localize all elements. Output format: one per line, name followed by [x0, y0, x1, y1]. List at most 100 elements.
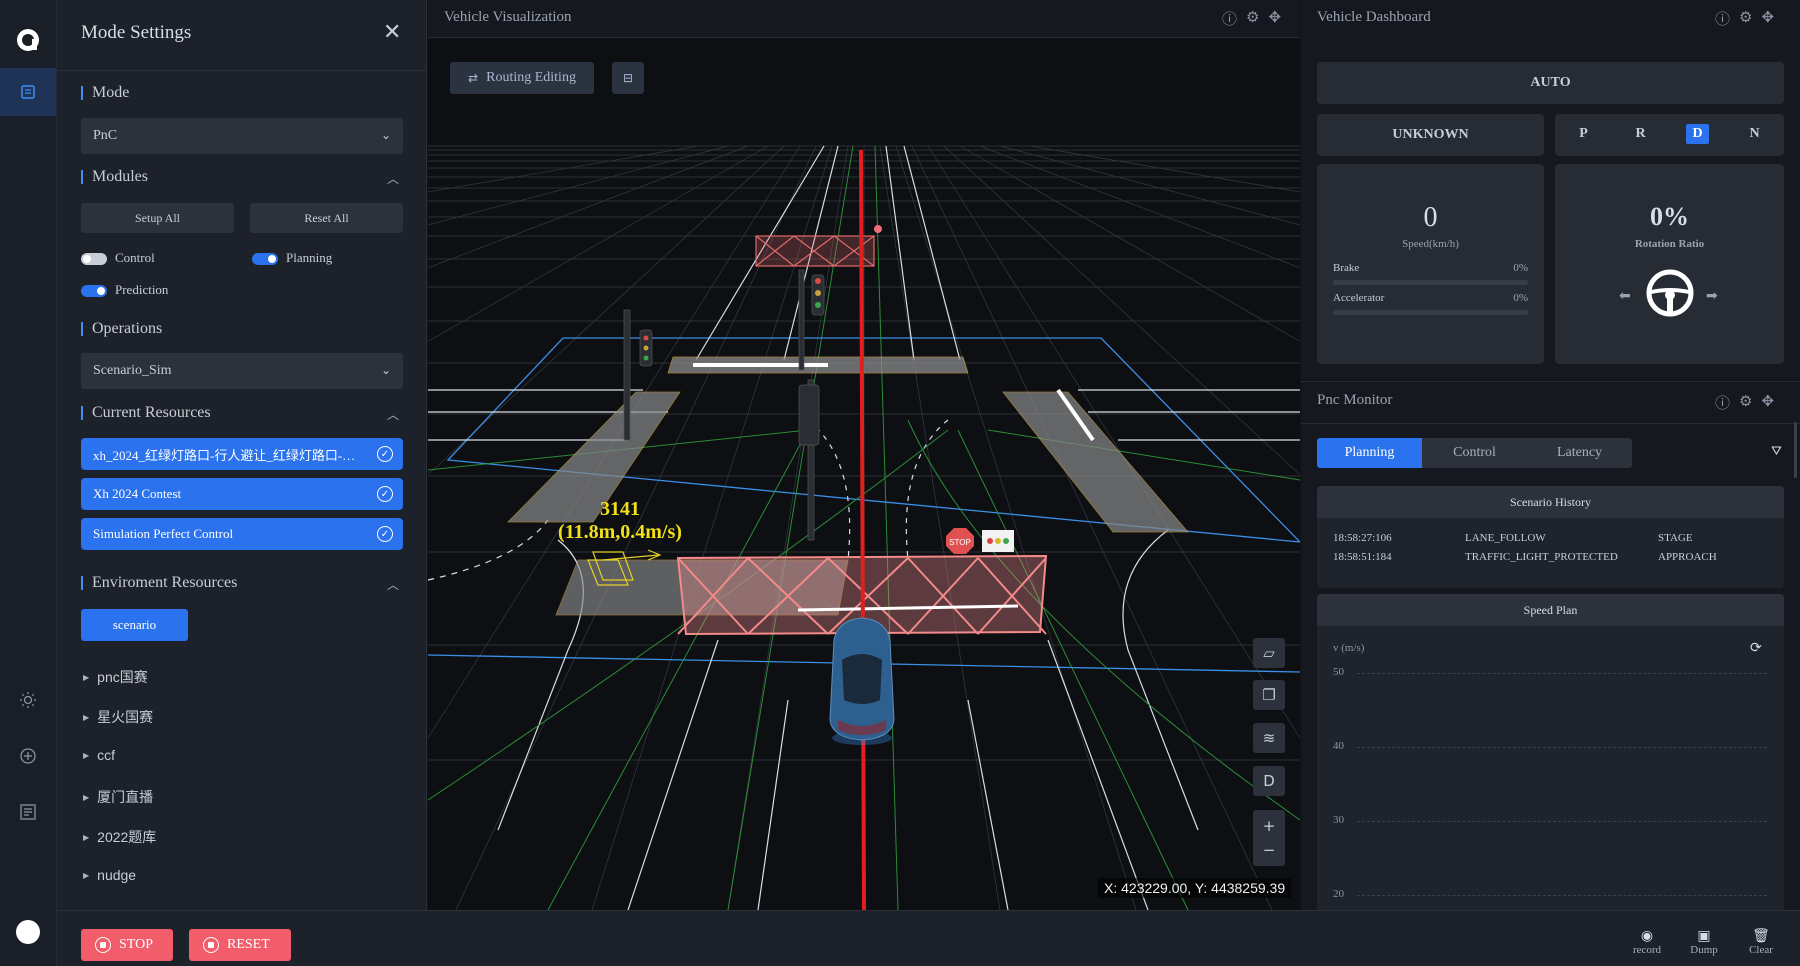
resource-item[interactable]: Simulation Perfect Control ✓: [81, 518, 403, 550]
rotation-value: 0%: [1650, 202, 1689, 231]
help-icon[interactable]: ⓘ: [1715, 392, 1730, 413]
dump-button[interactable]: ▣ Dump: [1683, 928, 1725, 956]
pnc-monitor-panel: Pnc Monitor ⓘ ⚙ ✥ Planning Control Laten…: [1301, 381, 1800, 911]
viz-header: Vehicle Visualization ⓘ ⚙ ✥: [428, 0, 1300, 38]
bottom-bar: STOP RESET ◉ record ▣ Dump 🗑 Clear: [57, 910, 1800, 966]
speed-plan-card: Speed Plan v (m/s) ⟳ 50 40 30 20: [1317, 594, 1784, 911]
accelerator-label: Accelerator: [1333, 292, 1385, 304]
dump-icon: ▣: [1697, 928, 1711, 944]
accelerator-value: 0%: [1513, 292, 1528, 304]
routing-editing-button[interactable]: ⇄ Routing Editing: [450, 62, 594, 94]
ego-vehicle: [829, 617, 895, 745]
resource-item[interactable]: xh_2024_红绿灯路口-行人避让_红绿灯路口-行人避让✓: [81, 438, 403, 470]
tree-item[interactable]: ▶ pnc国赛: [83, 667, 148, 687]
tree-item[interactable]: ▶ 星火国赛: [83, 707, 153, 727]
tab-control[interactable]: Control: [1422, 438, 1527, 468]
vehicle-dashboard-panel: Vehicle Dashboard ⓘ ⚙ ✥ AUTO UNKNOWN P R…: [1301, 0, 1800, 380]
planning-toggle[interactable]: [252, 253, 278, 265]
help-icon[interactable]: ⓘ: [1715, 8, 1730, 29]
gear-d: D: [1669, 114, 1726, 154]
brake-label: Brake: [1333, 262, 1360, 274]
caret-right-icon: ▶: [83, 750, 90, 760]
tree-item[interactable]: ▶ 厦门直播: [83, 787, 153, 807]
move-icon[interactable]: ✥: [1268, 8, 1281, 29]
clear-button[interactable]: 🗑 Clear: [1740, 928, 1782, 956]
record-button[interactable]: ◉ record: [1626, 928, 1668, 956]
control-toggle[interactable]: [81, 253, 107, 265]
tab-planning[interactable]: Planning: [1317, 438, 1422, 468]
stop-sign-label: STOP: [949, 538, 971, 547]
view-mode-button[interactable]: D: [1253, 766, 1285, 796]
scenario-history-title: Scenario History: [1317, 486, 1784, 518]
resource-manager-icon[interactable]: [0, 788, 56, 836]
camera-view-button[interactable]: ⊟: [612, 62, 644, 94]
record-icon: ◉: [1640, 928, 1654, 944]
gear-r: R: [1635, 126, 1646, 141]
scenario-tab[interactable]: scenario: [81, 609, 188, 641]
y-tick-label: 40: [1333, 740, 1344, 752]
vehicle-status: UNKNOWN: [1317, 114, 1544, 156]
gear-icon[interactable]: ⚙: [1739, 8, 1752, 29]
mode-settings-icon[interactable]: [0, 68, 56, 116]
setup-all-button[interactable]: Setup All: [81, 203, 234, 233]
filter-icon[interactable]: ⛛: [1771, 444, 1782, 459]
ruler-icon[interactable]: ▱: [1253, 638, 1285, 668]
move-icon[interactable]: ✥: [1761, 392, 1774, 413]
gear-icon[interactable]: ⚙: [1246, 8, 1259, 29]
help-icon[interactable]: ⓘ: [1222, 8, 1237, 29]
obstacle-info-label: (11.8m,0.4m/s): [558, 521, 682, 543]
mode-select[interactable]: PnC ⌄: [81, 118, 403, 154]
speed-value: 0: [1423, 202, 1438, 233]
theme-sun-icon[interactable]: [0, 676, 56, 724]
user-avatar[interactable]: [0, 908, 56, 956]
zoom-control: + −: [1253, 810, 1285, 866]
environment-resources-section-title: Enviroment Resources: [81, 574, 237, 592]
zoom-in-icon[interactable]: +: [1263, 817, 1276, 835]
prediction-label: Prediction: [115, 282, 169, 297]
chevron-up-icon[interactable]: ︿: [387, 406, 399, 423]
scrollbar[interactable]: [1794, 422, 1797, 478]
chevron-down-icon: ⌄: [380, 363, 391, 377]
y-tick-label: 20: [1333, 888, 1344, 900]
brake-value: 0%: [1513, 262, 1528, 274]
check-icon: ✓: [377, 486, 393, 502]
prediction-toggle[interactable]: [81, 285, 107, 297]
operations-select[interactable]: Scenario_Sim ⌄: [81, 353, 403, 389]
chevron-up-icon[interactable]: ︿: [387, 576, 399, 593]
tree-item[interactable]: ▶ ccf: [83, 747, 115, 763]
speed-unit: Speed(km/h): [1402, 238, 1459, 250]
gear-p: P: [1579, 126, 1588, 141]
obstacle-id-label: 3141: [600, 498, 640, 520]
speed-plan-ylabel: v (m/s): [1333, 642, 1365, 654]
rotation-card: 0% Rotation Ratio ⬅ ➡: [1555, 164, 1784, 364]
accelerator-bar: [1333, 310, 1528, 315]
copy-icon[interactable]: ❐: [1253, 680, 1285, 710]
layers-icon[interactable]: ≋: [1253, 723, 1285, 753]
zoom-out-icon[interactable]: −: [1263, 841, 1276, 859]
chevron-up-icon[interactable]: ︿: [387, 170, 399, 187]
add-plugin-icon[interactable]: [0, 732, 56, 780]
viz-title: Vehicle Visualization: [444, 9, 572, 25]
clear-icon: 🗑: [1752, 928, 1770, 944]
mode-settings-panel: Mode Settings ✕ Mode PnC ⌄ Modules ︿ Setu…: [57, 0, 427, 910]
move-icon[interactable]: ✥: [1761, 8, 1774, 29]
history-time: 18:58:27:106: [1333, 532, 1392, 544]
resource-item[interactable]: Xh 2024 Contest ✓: [81, 478, 403, 510]
gear-icon[interactable]: ⚙: [1739, 392, 1752, 413]
refresh-icon[interactable]: ⟳: [1750, 640, 1762, 656]
history-time: 18:58:51:184: [1333, 551, 1392, 563]
tab-latency[interactable]: Latency: [1527, 438, 1632, 468]
reset-icon: [203, 937, 219, 953]
scenario-history-card: Scenario History 18:58:27:106 LANE_FOLLO…: [1317, 486, 1784, 588]
close-icon[interactable]: ✕: [383, 20, 401, 45]
reset-all-button[interactable]: Reset All: [250, 203, 403, 233]
history-scenario: TRAFFIC_LIGHT_PROTECTED: [1465, 551, 1618, 563]
reset-button[interactable]: RESET: [189, 929, 291, 961]
scene-canvas[interactable]: STOP 3141 (11.8m,0.4m/s): [428, 0, 1300, 910]
stop-button[interactable]: STOP: [81, 929, 173, 961]
left-rail: [0, 0, 57, 966]
tree-item[interactable]: ▶ 2022题库: [83, 827, 156, 847]
history-scenario: LANE_FOLLOW: [1465, 532, 1546, 544]
tree-item[interactable]: ▶ nudge: [83, 867, 136, 883]
chevron-down-icon: ⌄: [380, 128, 391, 142]
